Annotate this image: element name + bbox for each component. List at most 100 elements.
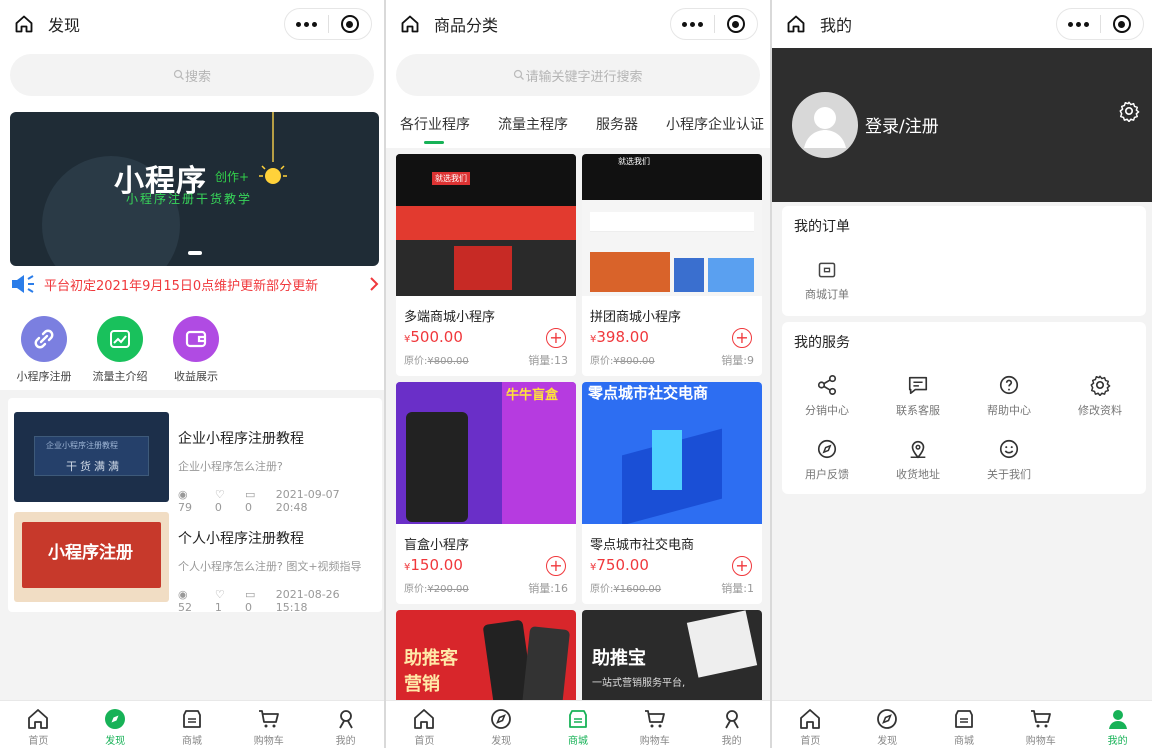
- link-icon: [21, 316, 67, 362]
- tab-bar: 首页 发现 商城 购物车 我的: [386, 700, 770, 748]
- tab-mall[interactable]: 商城: [540, 701, 617, 748]
- product-price: ¥750.00: [590, 556, 649, 574]
- page-title: 发现: [48, 16, 81, 35]
- tab-mine[interactable]: 我的: [693, 701, 770, 748]
- service-help[interactable]: 帮助中心: [964, 374, 1054, 418]
- service-contact[interactable]: 联系客服: [873, 374, 963, 418]
- tab-traffic[interactable]: 流量主程序: [498, 114, 568, 134]
- article-subtitle: 个人小程序怎么注册? 图文+视频指导: [178, 560, 362, 573]
- user-icon: [724, 710, 739, 729]
- home-icon[interactable]: [386, 14, 434, 34]
- top-bar: 商品分类: [386, 0, 770, 48]
- service-address[interactable]: 收货地址: [873, 438, 963, 482]
- product-price: ¥500.00: [404, 328, 463, 346]
- product-card[interactable]: 零点城市社交电商 零点城市社交电商 ¥750.00 原价:¥1600.00 销量…: [582, 382, 762, 604]
- service-label: 商城订单: [805, 288, 849, 301]
- tab-industry[interactable]: 各行业程序: [400, 114, 470, 144]
- user-icon: [338, 710, 353, 729]
- tab-bar: 首页 发现 商城 购物车 我的: [772, 700, 1152, 748]
- smile-icon: [999, 439, 1019, 459]
- search-input[interactable]: 请输关键字进行搜索: [396, 54, 760, 96]
- login-link[interactable]: 登录/注册: [865, 112, 939, 137]
- settings-icon[interactable]: [1118, 100, 1140, 122]
- tab-label: 商城: [567, 736, 588, 747]
- avatar[interactable]: [792, 92, 858, 158]
- search-input[interactable]: 搜索: [10, 54, 374, 96]
- service-feedback[interactable]: 用户反馈: [782, 438, 872, 482]
- product-card[interactable]: 牛牛盲盒 盲盒小程序 ¥150.00 原价:¥200.00 销量:16 +: [396, 382, 576, 604]
- product-card[interactable]: 助推宝 一站式营销服务平台,: [582, 610, 762, 710]
- category-screen: 商品分类 请输关键字进行搜索 各行业程序 流量主程序 服务器 小程序企业认证 就…: [386, 0, 770, 748]
- banner-carousel[interactable]: 小程序 创作+ 小程序注册干货教学: [10, 112, 379, 266]
- tab-label: 我的: [721, 736, 742, 747]
- product-image: 牛牛盲盒: [396, 382, 576, 524]
- tab-mine[interactable]: 我的: [307, 701, 384, 748]
- product-image: 就选我们: [396, 154, 576, 296]
- product-name: 多端商城小程序: [404, 310, 496, 325]
- home-icon[interactable]: [0, 14, 48, 34]
- quick-link-earnings[interactable]: 收益展示: [158, 304, 234, 390]
- product-price: ¥398.00: [590, 328, 649, 346]
- original-price: 原价:¥800.00: [590, 356, 655, 367]
- close-target-icon[interactable]: [329, 9, 372, 39]
- product-name: 拼团商城小程序: [590, 310, 682, 325]
- notice-bar[interactable]: 平台初定2021年9月15日0点维护更新部分更新: [10, 270, 379, 298]
- tab-cart[interactable]: 购物车: [616, 701, 693, 748]
- close-target-icon[interactable]: [715, 9, 758, 39]
- home-icon[interactable]: [772, 14, 820, 34]
- more-icon[interactable]: [1057, 9, 1100, 39]
- tab-cart[interactable]: 购物车: [230, 701, 307, 748]
- notice-text: 平台初定2021年9月15日0点维护更新部分更新: [44, 278, 319, 294]
- quick-link-label: 流量主介绍: [92, 370, 148, 383]
- tab-certification[interactable]: 小程序企业认证: [666, 114, 764, 134]
- shop-icon: [183, 710, 201, 728]
- service-edit-profile[interactable]: 修改资料: [1055, 374, 1145, 418]
- add-to-cart-icon[interactable]: +: [732, 556, 752, 576]
- service-about[interactable]: 关于我们: [964, 438, 1054, 482]
- tab-label: 购物车: [639, 736, 670, 747]
- tab-cart[interactable]: 购物车: [1002, 701, 1079, 748]
- article-title: 企业小程序注册教程: [178, 431, 304, 447]
- tab-home[interactable]: 首页: [386, 701, 463, 748]
- shop-icon: [569, 710, 587, 728]
- close-target-icon[interactable]: [1101, 9, 1144, 39]
- tab-label: 商城: [181, 736, 202, 747]
- list-item[interactable]: 企业小程序注册教程 干货满满 企业小程序注册教程 企业小程序怎么注册? ◉ 79…: [14, 406, 374, 514]
- quick-link-traffic[interactable]: 流量主介绍: [82, 304, 158, 390]
- tab-discover[interactable]: 发现: [77, 701, 154, 748]
- tab-mall[interactable]: 商城: [926, 701, 1003, 748]
- article-subtitle: 企业小程序怎么注册?: [178, 460, 283, 473]
- tab-home[interactable]: 首页: [772, 701, 849, 748]
- product-card[interactable]: 助推客营销: [396, 610, 576, 710]
- add-to-cart-icon[interactable]: +: [546, 556, 566, 576]
- article-title: 个人小程序注册教程: [178, 531, 304, 547]
- service-distribution[interactable]: 分销中心: [782, 374, 872, 418]
- sales-count: 销量:13: [528, 354, 568, 367]
- top-bar: 我的: [772, 0, 1152, 48]
- product-card[interactable]: 就选我们 多端商城小程序 ¥500.00 原价:¥800.00 销量:13 +: [396, 154, 576, 376]
- more-icon[interactable]: [671, 9, 714, 39]
- add-to-cart-icon[interactable]: +: [546, 328, 566, 348]
- banner-subtitle: 小程序注册干货教学: [126, 192, 253, 206]
- location-icon: [910, 440, 926, 459]
- tab-mall[interactable]: 商城: [154, 701, 231, 748]
- product-card[interactable]: 就选我们 拼团商城小程序 ¥398.00 原价:¥800.00 销量:9 +: [582, 154, 762, 376]
- original-price: 原价:¥1600.00: [590, 584, 662, 595]
- tab-discover[interactable]: 发现: [849, 701, 926, 748]
- carousel-indicator[interactable]: [188, 251, 202, 255]
- search-placeholder: 搜索: [184, 69, 211, 85]
- tab-discover[interactable]: 发现: [463, 701, 540, 748]
- tab-server[interactable]: 服务器: [596, 114, 638, 134]
- quick-link-register[interactable]: 小程序注册: [6, 304, 82, 390]
- home-icon: [28, 709, 49, 729]
- tab-label: 发现: [105, 736, 126, 747]
- original-price: 原价:¥200.00: [404, 584, 469, 595]
- mall-orders-button[interactable]: 商城订单: [782, 260, 872, 302]
- eye-icon: ◉ 52: [178, 588, 192, 614]
- tab-mine[interactable]: 我的: [1079, 701, 1152, 748]
- more-icon[interactable]: [285, 9, 328, 39]
- sales-count: 销量:1: [721, 582, 754, 595]
- add-to-cart-icon[interactable]: +: [732, 328, 752, 348]
- tab-home[interactable]: 首页: [0, 701, 77, 748]
- list-item[interactable]: 小程序注册 个人小程序注册教程 个人小程序怎么注册? 图文+视频指导 ◉ 52 …: [14, 506, 374, 614]
